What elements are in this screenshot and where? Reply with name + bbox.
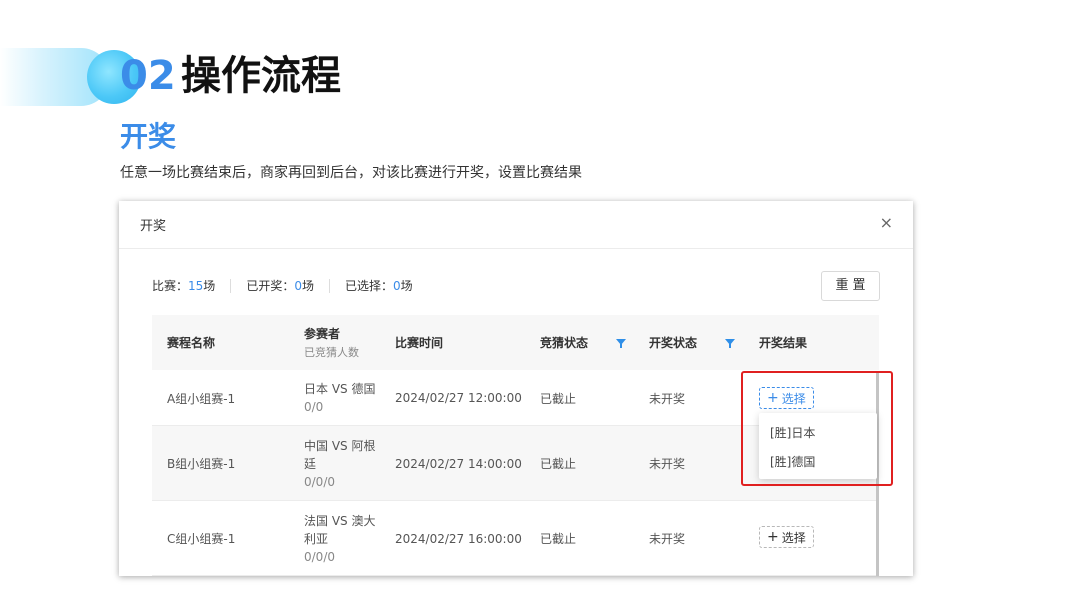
drawn-value: 0 [294, 278, 302, 293]
table-row: C组小组赛-1 法国 VS 澳大 利亚 0/0/0 2024/02/27 16:… [152, 501, 879, 576]
match-guess-count: 0/0/0 [304, 549, 335, 564]
guess-status: 已截止 [540, 532, 577, 546]
selected-unit: 场 [400, 279, 413, 293]
col-participants-label: 参赛者 [304, 327, 341, 341]
highlight-box [741, 371, 893, 486]
section-number: 02 [120, 53, 176, 99]
guess-status: 已截止 [540, 457, 577, 471]
col-participants-sub: 已竞猜人数 [304, 346, 359, 359]
match-participants: 中国 VS 阿根 廷 0/0/0 [304, 426, 375, 501]
stats-bar: 比赛： 15 场 已开奖： 0 场 已选择： 0 场 [152, 277, 413, 294]
description: 任意一场比赛结束后，商家再回到后台，对该比赛进行开奖，设置比赛结果 [120, 165, 582, 181]
col-draw-status: 开奖状态 [649, 336, 698, 350]
close-icon[interactable]: × [880, 214, 893, 232]
col-participants: 参赛者 已竞猜人数 [304, 315, 359, 370]
dialog-header: 开奖 × [119, 201, 913, 249]
table-header: 赛程名称 参赛者 已竞猜人数 比赛时间 竞猜状态 开奖状态 开奖结果 [152, 315, 879, 370]
match-time: 2024/02/27 12:00:00 [395, 391, 522, 405]
col-guess-status: 竞猜状态 [540, 336, 589, 350]
stats-divider [230, 278, 232, 293]
match-time: 2024/02/27 16:00:00 [395, 531, 522, 546]
match-teams: 日本 VS 德国 [304, 382, 376, 396]
section-title: 操作流程 [181, 53, 341, 99]
match-name: B组小组赛-1 [167, 457, 236, 471]
match-guess-count: 0/0/0 [304, 474, 335, 489]
draw-status: 未开奖 [649, 391, 686, 406]
select-label: 选择 [781, 530, 806, 545]
match-name: C组小组赛-1 [167, 532, 236, 546]
drawn-unit: 场 [301, 279, 314, 293]
plus-icon: + [767, 529, 779, 545]
col-time: 比赛时间 [395, 336, 444, 350]
col-name: 赛程名称 [167, 336, 216, 350]
match-guess-count: 0/0 [304, 400, 324, 414]
col-result: 开奖结果 [759, 336, 808, 350]
match-teams-line2: 廷 [304, 456, 317, 471]
stats-divider [328, 278, 330, 293]
select-result-button[interactable]: + 选择 [759, 526, 814, 548]
match-participants: 法国 VS 澳大 利亚 0/0/0 [304, 501, 375, 576]
reset-button[interactable]: 重置 [821, 271, 880, 301]
match-time: 2024/02/27 14:00:00 [395, 456, 522, 471]
selected-label: 已选择： [344, 279, 393, 293]
dialog-title: 开奖 [140, 219, 167, 234]
match-teams: 法国 VS 澳大 [304, 513, 376, 528]
matches-unit: 场 [203, 279, 216, 293]
matches-label: 比赛： [152, 279, 189, 293]
selected-value: 0 [393, 278, 401, 293]
drawn-label: 已开奖： [246, 279, 295, 293]
guess-status: 已截止 [540, 391, 577, 406]
match-teams: 中国 VS 阿根 [304, 438, 376, 453]
sub-heading: 开奖 [120, 120, 177, 153]
match-participants: 日本 VS 德国 0/0 [304, 370, 375, 426]
draw-status: 未开奖 [649, 457, 686, 471]
matches-value: 15 [188, 278, 204, 293]
match-teams-line2: 利亚 [304, 531, 329, 546]
draw-status: 未开奖 [649, 532, 686, 546]
match-name: A组小组赛-1 [167, 391, 236, 406]
filter-icon[interactable] [616, 339, 626, 348]
filter-icon[interactable] [725, 339, 735, 348]
